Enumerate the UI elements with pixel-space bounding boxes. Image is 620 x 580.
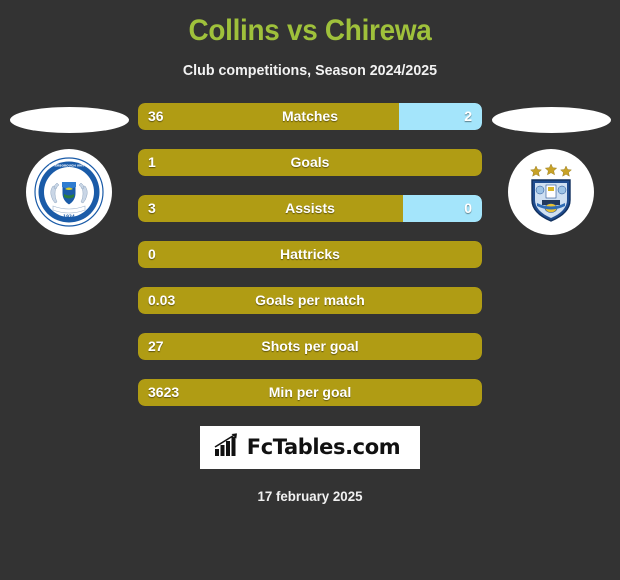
bar-chart-growth-icon: [214, 433, 240, 462]
stat-label: Goals: [290, 154, 330, 170]
stat-row-goals: 1 Goals: [138, 149, 482, 176]
page-footer: FcTables.com 17 february 2025: [0, 413, 620, 504]
stat-row-goals-per-match: 0.03 Goals per match: [138, 287, 482, 314]
stat-rows: 36 Matches 2 1 Goals 3 Assists 0 0 Hattr…: [138, 103, 482, 425]
page-title: Collins vs Chirewa: [188, 14, 432, 47]
svg-text:PETERBOROUGH UNITED: PETERBOROUGH UNITED: [49, 164, 90, 168]
fctables-brand[interactable]: FcTables.com: [199, 426, 421, 469]
generated-date: 17 february 2025: [257, 488, 363, 504]
page-header: Collins vs Chirewa Club competitions, Se…: [0, 0, 620, 80]
stat-row-shots-per-goal: 27 Shots per goal: [138, 333, 482, 360]
team-right-name-plate: [491, 107, 611, 133]
stat-row-hattricks: 0 Hattricks: [138, 241, 482, 268]
stat-label: Hattricks: [280, 246, 340, 262]
team-right-crest-backdrop: [508, 149, 594, 235]
team-left: 1934 PETERBOROUGH UNITED: [0, 103, 138, 235]
svg-text:1934: 1934: [63, 214, 75, 219]
stat-label: Min per goal: [268, 384, 352, 400]
huddersfield-town-afc-crest-icon: [515, 156, 587, 228]
comparison-board: 1934 PETERBOROUGH UNITED 36 Matches 2 1 …: [0, 103, 620, 413]
stat-label: Goals per match: [255, 292, 365, 308]
fctables-brand-text: FcTables.com: [246, 435, 401, 459]
stat-value-right: 0: [464, 200, 472, 216]
team-left-name-plate: [9, 107, 129, 133]
peterborough-united-fc-crest-icon: 1934 PETERBOROUGH UNITED: [33, 156, 105, 228]
team-right: [482, 103, 620, 235]
stat-value-right: 2: [464, 108, 472, 124]
stat-row-matches: 36 Matches 2: [138, 103, 482, 130]
page-subtitle: Club competitions, Season 2024/2025: [182, 62, 438, 79]
stat-row-min-per-goal: 3623 Min per goal: [138, 379, 482, 406]
stat-label: Shots per goal: [261, 338, 359, 354]
stat-label: Matches: [281, 108, 339, 124]
team-left-crest-backdrop: 1934 PETERBOROUGH UNITED: [26, 149, 112, 235]
stat-row-assists: 3 Assists 0: [138, 195, 482, 222]
stat-label: Assists: [285, 200, 335, 216]
